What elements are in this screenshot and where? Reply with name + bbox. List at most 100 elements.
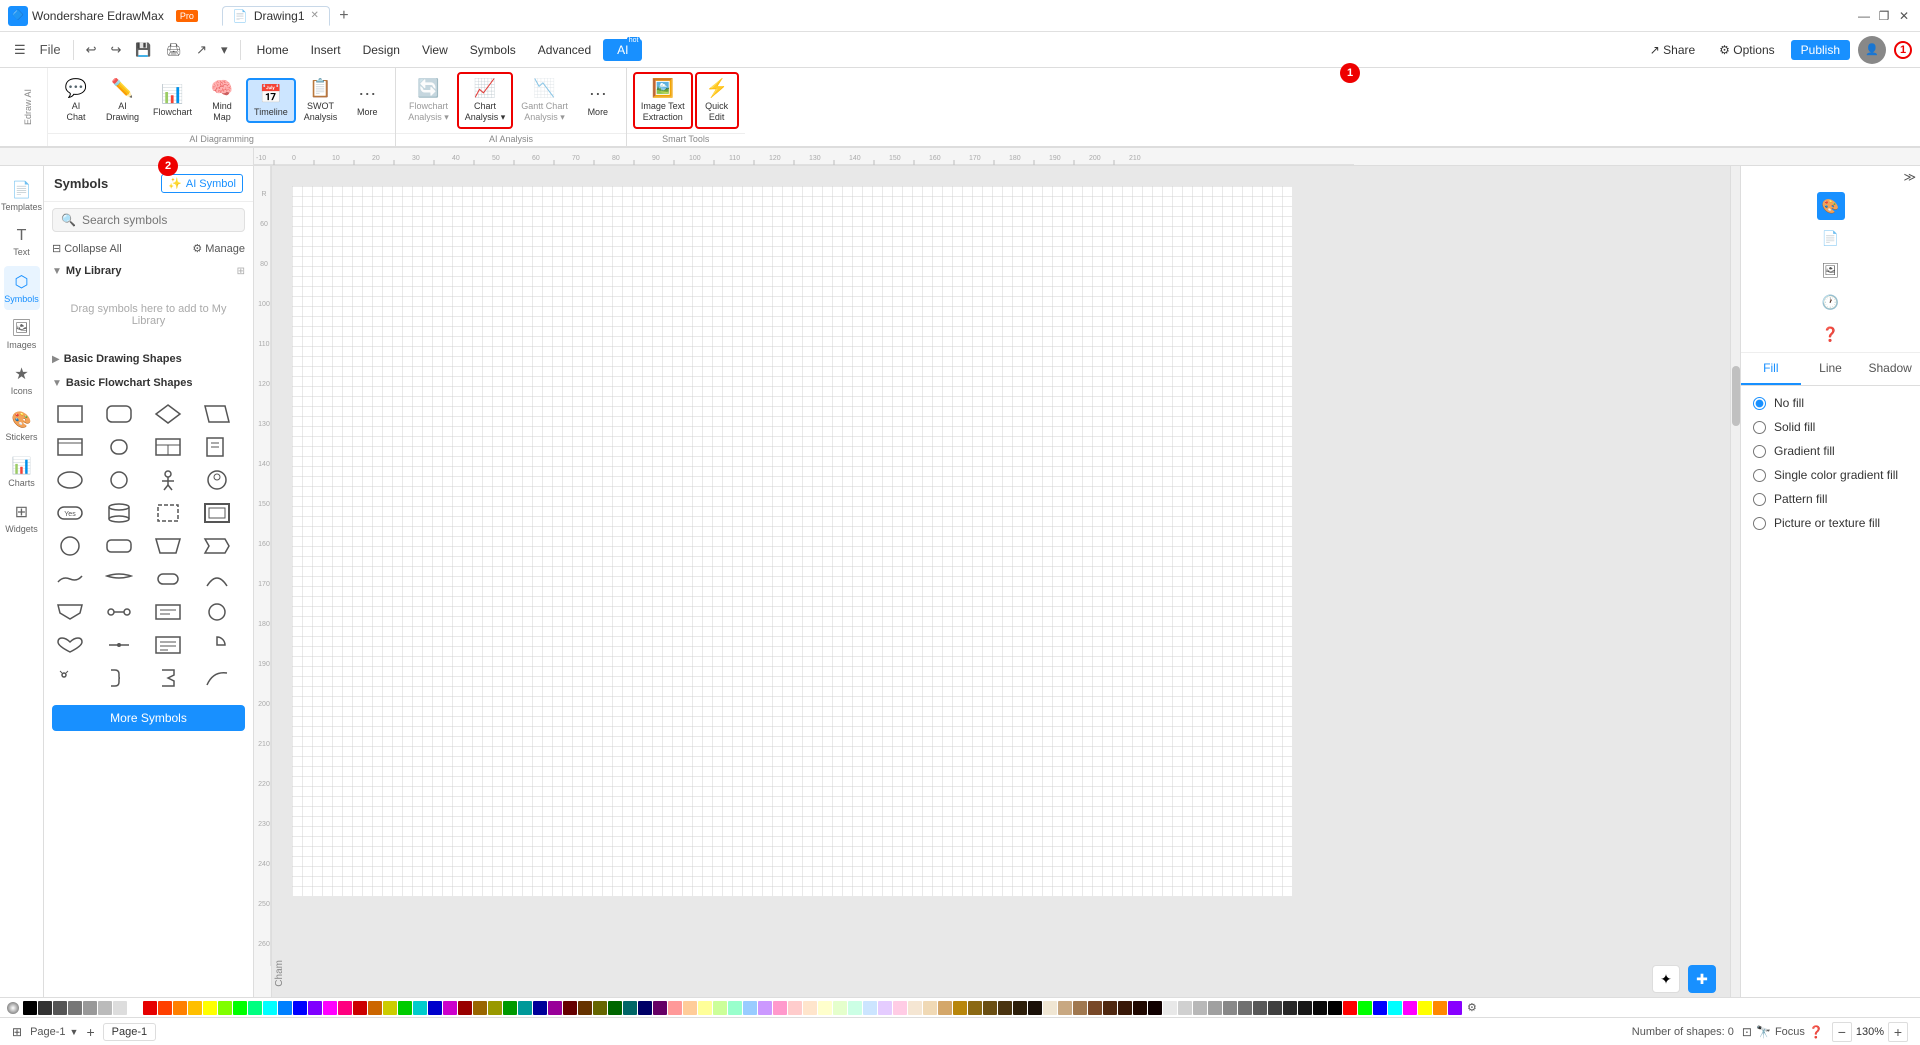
- ri-help-btn[interactable]: ❓: [1817, 320, 1845, 348]
- color-swatch[interactable]: [833, 1001, 847, 1015]
- drawing-tab[interactable]: 📄 Drawing1 ✕: [222, 6, 330, 26]
- basic-flowchart-header[interactable]: ▼ Basic Flowchart Shapes: [44, 371, 253, 395]
- my-library-expand[interactable]: ⊞: [237, 266, 245, 277]
- color-swatch[interactable]: [998, 1001, 1012, 1015]
- color-swatch[interactable]: [713, 1001, 727, 1015]
- color-swatch[interactable]: [413, 1001, 427, 1015]
- my-library-header[interactable]: ▼ My Library ⊞: [44, 259, 253, 283]
- color-swatch[interactable]: [863, 1001, 877, 1015]
- color-swatch[interactable]: [1343, 1001, 1357, 1015]
- color-swatch[interactable]: [143, 1001, 157, 1015]
- new-tab-btn[interactable]: +: [334, 6, 354, 26]
- color-swatch[interactable]: [338, 1001, 352, 1015]
- sidebar-stickers[interactable]: 🎨 Stickers: [4, 404, 40, 448]
- scrollbar-thumb-v[interactable]: [1732, 366, 1740, 426]
- color-swatch[interactable]: [728, 1001, 742, 1015]
- shape-brace-open[interactable]: [150, 663, 186, 693]
- shape-heart[interactable]: [52, 630, 88, 660]
- color-swatch[interactable]: [173, 1001, 187, 1015]
- ribbon-quick-edit[interactable]: ⚡ QuickEdit: [695, 72, 739, 129]
- shape-person[interactable]: [150, 465, 186, 495]
- shape-stadium[interactable]: [101, 432, 137, 462]
- color-swatch[interactable]: [473, 1001, 487, 1015]
- shape-wave[interactable]: [52, 564, 88, 594]
- sidebar-text[interactable]: T Text: [4, 220, 40, 264]
- fill-option-picture[interactable]: Picture or texture fill: [1753, 516, 1908, 530]
- sidebar-widgets[interactable]: ⊞ Widgets: [4, 496, 40, 540]
- fill-pattern-radio[interactable]: [1753, 493, 1766, 506]
- color-swatch[interactable]: [653, 1001, 667, 1015]
- color-swatch[interactable]: [803, 1001, 817, 1015]
- page-dropdown[interactable]: ▼: [70, 1027, 79, 1037]
- color-swatch[interactable]: [1178, 1001, 1192, 1015]
- ri-image-btn[interactable]: 🖼: [1817, 256, 1845, 284]
- sidebar-templates[interactable]: 📄 Templates: [4, 174, 40, 218]
- color-swatch[interactable]: [533, 1001, 547, 1015]
- ribbon-timeline[interactable]: 📅 Timeline: [246, 78, 296, 124]
- color-picker-btn[interactable]: [4, 999, 22, 1017]
- color-swatch[interactable]: [983, 1001, 997, 1015]
- color-swatch[interactable]: [398, 1001, 412, 1015]
- shape-person-circle[interactable]: [199, 465, 235, 495]
- more-symbols-btn[interactable]: More Symbols: [52, 705, 245, 731]
- color-swatch[interactable]: [1043, 1001, 1057, 1015]
- shape-split-bar[interactable]: [101, 630, 137, 660]
- color-swatch[interactable]: [1238, 1001, 1252, 1015]
- ribbon-chart-analysis[interactable]: 📈 ChartAnalysis ▾: [457, 72, 514, 129]
- publish-btn[interactable]: Publish: [1791, 40, 1850, 60]
- file-menu-btn[interactable]: File: [34, 40, 67, 59]
- color-swatch[interactable]: [218, 1001, 232, 1015]
- ri-history-btn[interactable]: 🕐: [1817, 288, 1845, 316]
- color-swatch[interactable]: [1118, 1001, 1132, 1015]
- basic-drawing-header[interactable]: ▶ Basic Drawing Shapes: [44, 347, 253, 371]
- sidebar-symbols[interactable]: ⬡ Symbols: [4, 266, 40, 310]
- canvas-plus-btn[interactable]: ✚: [1688, 965, 1716, 993]
- color-swatch[interactable]: [1253, 1001, 1267, 1015]
- fill-option-none[interactable]: No fill: [1753, 396, 1908, 410]
- shape-chevron[interactable]: [199, 531, 235, 561]
- ribbon-image-text[interactable]: 🖼️ Image TextExtraction: [633, 72, 693, 129]
- color-swatch[interactable]: [548, 1001, 562, 1015]
- shape-diamond[interactable]: [150, 399, 186, 429]
- color-swatch[interactable]: [53, 1001, 67, 1015]
- ribbon-flowchart-analysis[interactable]: 🔄 FlowchartAnalysis ▾: [402, 74, 455, 127]
- color-swatch[interactable]: [1373, 1001, 1387, 1015]
- status-grid-btn[interactable]: ⊞: [12, 1025, 22, 1039]
- menu-advanced[interactable]: Advanced: [528, 39, 601, 61]
- ribbon-swot[interactable]: 📋 SWOTAnalysis: [298, 74, 344, 127]
- color-swatch[interactable]: [1433, 1001, 1447, 1015]
- tab-close-btn[interactable]: ✕: [311, 10, 319, 21]
- notification-badge[interactable]: 1: [1894, 41, 1912, 59]
- color-swatch[interactable]: [923, 1001, 937, 1015]
- color-swatch[interactable]: [623, 1001, 637, 1015]
- color-swatch[interactable]: [1058, 1001, 1072, 1015]
- fill-option-gradient[interactable]: Gradient fill: [1753, 444, 1908, 458]
- color-swatch[interactable]: [1283, 1001, 1297, 1015]
- color-swatch[interactable]: [893, 1001, 907, 1015]
- shape-cylinder[interactable]: [101, 498, 137, 528]
- color-swatch[interactable]: [518, 1001, 532, 1015]
- color-swatch[interactable]: [1013, 1001, 1027, 1015]
- color-swatch[interactable]: [878, 1001, 892, 1015]
- color-swatch[interactable]: [908, 1001, 922, 1015]
- color-swatch[interactable]: [788, 1001, 802, 1015]
- color-swatch[interactable]: [278, 1001, 292, 1015]
- share-btn[interactable]: ↗ Share: [1642, 40, 1703, 60]
- color-swatch[interactable]: [608, 1001, 622, 1015]
- tab-fill[interactable]: Fill: [1741, 353, 1801, 385]
- menu-view[interactable]: View: [412, 39, 458, 61]
- shape-parallelogram[interactable]: [199, 399, 235, 429]
- minimize-btn[interactable]: —: [1856, 8, 1872, 24]
- shape-brace-curly[interactable]: [101, 663, 137, 693]
- color-swatch[interactable]: [578, 1001, 592, 1015]
- color-swatch[interactable]: [1448, 1001, 1462, 1015]
- color-swatch[interactable]: [503, 1001, 517, 1015]
- shape-connector[interactable]: [101, 597, 137, 627]
- ribbon-more-analysis[interactable]: ⋯ More: [576, 80, 620, 122]
- tab-line[interactable]: Line: [1801, 353, 1861, 385]
- color-swatch[interactable]: [488, 1001, 502, 1015]
- color-swatch[interactable]: [38, 1001, 52, 1015]
- shape-pill[interactable]: [150, 564, 186, 594]
- more-quick-btn[interactable]: ▾: [215, 40, 234, 60]
- color-swatch[interactable]: [1073, 1001, 1087, 1015]
